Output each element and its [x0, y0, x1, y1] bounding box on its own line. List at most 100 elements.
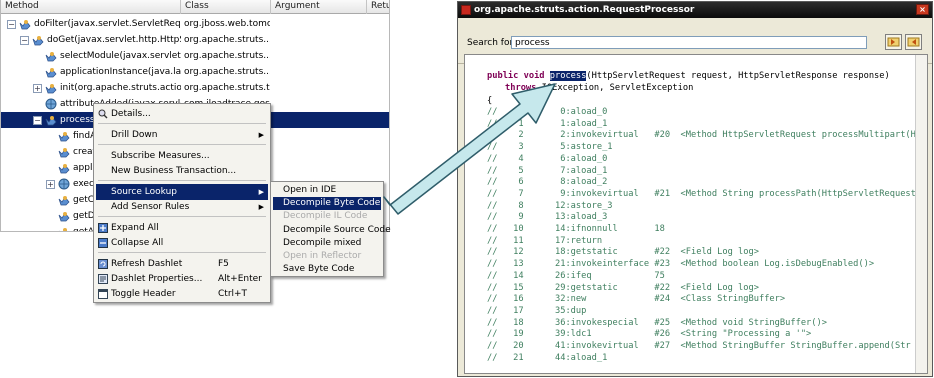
method-cell: doGet(javax.servlet.http.HttpServle — [47, 35, 181, 45]
bytecode-line: // 16 32:new #24 <Class StringBuffer> — [487, 294, 786, 305]
collapse-toggle-icon[interactable]: − — [7, 20, 16, 29]
bytecode-line: // 18 36:invokespecial #25 <Method void … — [487, 317, 827, 328]
column-header-class[interactable]: Class — [181, 0, 271, 14]
bytecode-line: // 17 35:dup — [487, 305, 587, 316]
method-icon — [58, 210, 70, 222]
find-next-icon — [907, 37, 920, 47]
tree-row[interactable]: selectModule(javax.servlet.httporg.apach… — [1, 48, 389, 64]
menu-item-subscribe-measures[interactable]: Subscribe Measures... — [96, 148, 268, 164]
method-icon — [58, 146, 70, 158]
window-titlebar[interactable]: org.apache.struts.action.RequestProcesso… — [458, 2, 932, 18]
refresh-icon — [98, 259, 108, 269]
column-header-return[interactable]: Return — [367, 0, 389, 14]
menu-item-add-sensor-rules[interactable]: Add Sensor Rules ▶ — [96, 199, 268, 215]
column-header-method[interactable]: Method — [1, 0, 181, 14]
collapse-toggle-icon[interactable]: − — [20, 36, 29, 45]
bytecode-line: // 9 13:aload_3 — [487, 212, 608, 223]
tree-row[interactable]: − doFilter(javax.servlet.ServletRequest r… — [1, 16, 389, 32]
globe-icon — [45, 98, 57, 110]
class-cell: org.apache.struts.... — [184, 51, 270, 61]
menu-item-dashlet-properties[interactable]: Dashlet Properties... Alt+Enter — [96, 271, 268, 287]
method-icon — [45, 82, 57, 94]
submenu-arrow-icon: ▶ — [258, 131, 264, 139]
menu-item-source-lookup[interactable]: Source Lookup ▶ — [96, 184, 268, 200]
menu-item-label: Drill Down — [111, 130, 158, 140]
expand-toggle-icon[interactable]: + — [46, 180, 55, 189]
method-icon — [58, 130, 70, 142]
close-icon[interactable]: × — [916, 4, 929, 15]
method-icon — [45, 50, 57, 62]
method-icon — [45, 66, 57, 78]
bytecode-line: // 21 44:aload_1 — [487, 352, 608, 363]
shortcut-label: Alt+Enter — [218, 274, 262, 284]
context-menu: Details... Drill Down ▶ Subscribe Measures.… — [93, 103, 271, 303]
menu-item-collapse-all[interactable]: Collapse All — [96, 235, 268, 251]
find-previous-button[interactable] — [885, 34, 902, 50]
column-header-argument[interactable]: Argument — [271, 0, 367, 14]
method-icon — [45, 114, 57, 126]
find-previous-icon — [887, 37, 900, 47]
bytecode-line: // 14 26:ifeq 75 — [487, 270, 665, 281]
method-cell: applicationInstance(java.lang.St — [60, 67, 181, 77]
expand-toggle-icon[interactable]: + — [33, 84, 42, 93]
search-match: process — [549, 71, 587, 81]
method-icon — [58, 226, 70, 231]
submenu-item-decompile-source-code[interactable]: Decompile Source Code — [273, 224, 391, 237]
menu-item-expand-all[interactable]: Expand All — [96, 220, 268, 236]
find-next-button[interactable] — [905, 34, 922, 50]
throws-clause: throws IOException, ServletException — [505, 83, 694, 93]
bytecode-line: // 13 21:invokeinterface #23 <Method boo… — [487, 259, 875, 270]
menu-item-label: Expand All — [111, 223, 159, 233]
decompiled-code-view[interactable]: public void process(HttpServletRequest r… — [464, 54, 928, 374]
open-brace: { — [487, 96, 493, 106]
submenu-item-label: Open in Reflector — [283, 251, 362, 261]
menu-item-label: Add Sensor Rules — [111, 202, 190, 212]
menu-separator — [98, 252, 266, 253]
vertical-scrollbar[interactable] — [915, 55, 927, 373]
submenu-item-open-in-ide[interactable]: Open in IDE — [273, 184, 381, 197]
bytecode-line: // 15 29:getstatic #22 <Field Log log> — [487, 282, 759, 293]
menu-item-label: Toggle Header — [111, 289, 176, 299]
bytecode-line: // 20 41:invokevirtual #27 <Method Strin… — [487, 341, 911, 351]
search-input[interactable] — [511, 36, 867, 49]
bytecode-line: // 3 5:astore_1 — [487, 142, 613, 153]
menu-item-drill-down[interactable]: Drill Down ▶ — [96, 127, 268, 143]
menu-item-refresh-dashlet[interactable]: Refresh Dashlet F5 — [96, 256, 268, 272]
source-lookup-submenu: Open in IDE Decompile Byte Code Decompile … — [270, 181, 391, 277]
globe-icon — [58, 178, 70, 190]
collapse-toggle-icon[interactable]: − — [33, 116, 42, 125]
bytecode-line: // 5 7:aload_1 — [487, 165, 608, 176]
class-cell: org.apache.struts.... — [184, 35, 270, 45]
menu-item-toggle-header[interactable]: Toggle Header Ctrl+T — [96, 286, 268, 302]
menu-separator — [98, 180, 266, 181]
menu-separator — [98, 216, 266, 217]
menu-item-label: Dashlet Properties... — [111, 274, 203, 284]
menu-item-new-business-transaction[interactable]: New Business Transaction... — [96, 163, 268, 179]
method-cell: doFilter(javax.servlet.ServletRequest r — [34, 19, 181, 29]
search-label: Search for: — [467, 38, 517, 48]
minus-box-icon — [98, 238, 108, 248]
bytecode-line: // 10 14:ifnonnull 18 — [487, 224, 665, 234]
submenu-item-decompile-mixed[interactable]: Decompile mixed — [273, 237, 381, 250]
method-icon — [19, 18, 31, 30]
submenu-arrow-icon: ▶ — [258, 203, 264, 211]
bytecode-line: // 4 6:aload_0 — [487, 153, 608, 164]
submenu-item-decompile-byte-code[interactable]: Decompile Byte Code — [273, 197, 381, 211]
submenu-item-save-byte-code[interactable]: Save Byte Code — [273, 263, 381, 276]
bytecode-line: // 8 12:astore_3 — [487, 200, 613, 211]
properties-icon — [98, 274, 108, 284]
menu-separator — [98, 123, 266, 124]
decompiler-window: org.apache.struts.action.RequestProcesso… — [457, 1, 933, 377]
tree-row[interactable]: + init(org.apache.struts.action.Acorg.apa… — [1, 80, 389, 96]
menu-item-details[interactable]: Details... — [96, 106, 268, 122]
menu-item-label: Refresh Dashlet — [111, 259, 183, 269]
shortcut-label: F5 — [218, 259, 229, 269]
submenu-item-label: Decompile mixed — [283, 237, 362, 248]
window-title: org.apache.struts.action.RequestProcesso… — [474, 5, 695, 15]
bytecode-line: // 19 39:ldc1 #26 <String "Processing a … — [487, 329, 812, 340]
class-cell: org.apache.struts.... — [184, 67, 270, 77]
method-signature: public void process(HttpServletRequest r… — [487, 71, 890, 81]
menu-item-label: Collapse All — [111, 238, 164, 248]
tree-row[interactable]: applicationInstance(java.lang.Storg.apac… — [1, 64, 389, 80]
tree-row[interactable]: − doGet(javax.servlet.http.HttpServleorg.… — [1, 32, 389, 48]
